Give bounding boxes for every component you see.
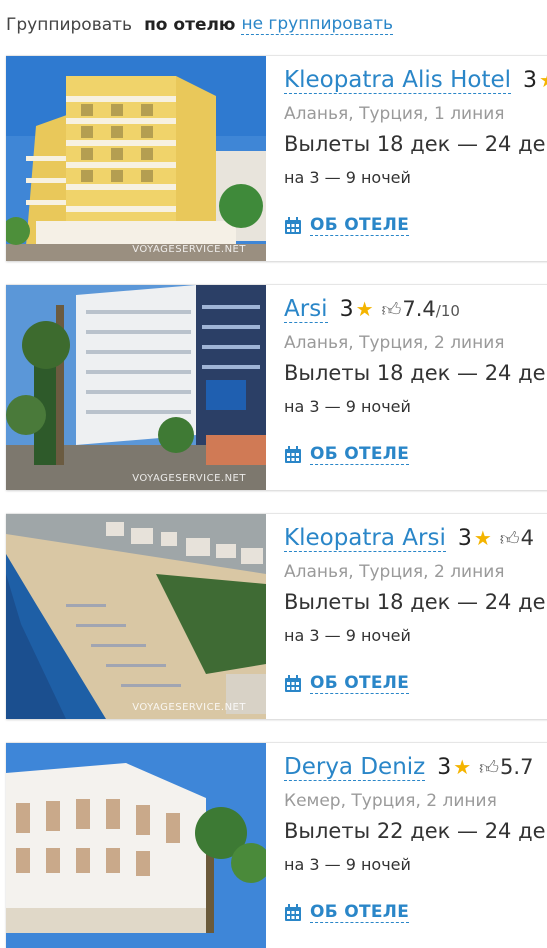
about-hotel-link[interactable]: ОБ ОТЕЛЕ xyxy=(284,674,547,694)
hotel-stars: 3★ xyxy=(523,68,547,93)
hotel-name-link[interactable]: Arsi xyxy=(284,296,328,324)
grouping-none-link[interactable]: не группировать xyxy=(241,15,394,35)
about-hotel-label: ОБ ОТЕЛЕ xyxy=(310,215,410,236)
grouping-by-hotel[interactable]: по отелю xyxy=(144,15,235,35)
hotel-title-row: Kleopatra Arsi 3 ★ 👍︎4 xyxy=(284,525,547,558)
hotel-dates: Вылеты 18 дек — 24 дек xyxy=(284,590,547,614)
hotel-info: Kleopatra Arsi 3 ★ 👍︎4 Аланья, Турция, 2 … xyxy=(266,514,547,719)
hotel-stars: 3★ xyxy=(437,755,472,780)
hotel-dates: Вылеты 22 дек — 24 дек xyxy=(284,819,547,843)
about-hotel-label: ОБ ОТЕЛЕ xyxy=(310,673,410,694)
hotel-name-link[interactable]: Kleopatra Arsi xyxy=(284,525,446,553)
hotel-info: Derya Deniz 3 ★ 👍︎5.7 Кемер, Турция, 2 ли… xyxy=(266,743,547,948)
hotel-nights: на 3 — 9 ночей xyxy=(284,168,411,187)
hotel-location: Кемер, Турция, 2 линия xyxy=(284,791,497,811)
hotel-info: Kleopatra Alis Hotel 3★ Аланья, Турция, … xyxy=(266,56,547,261)
grouping-bar: Группировать по отелю не группировать xyxy=(0,0,547,50)
hotel-title-row: Derya Deniz 3 ★ 👍︎5.7 xyxy=(284,754,547,787)
calendar-icon xyxy=(285,445,301,463)
hotel-card[interactable]: VOYAGESERVICE.NET Arsi 3 ★ 👍︎7.4/10 Алань… xyxy=(6,284,547,490)
hotel-photo[interactable]: VOYAGESERVICE.NET xyxy=(6,514,266,719)
hotel-info: Arsi 3 ★ 👍︎7.4/10 Аланья, Турция, 2 линия… xyxy=(266,285,547,490)
about-hotel-link[interactable]: ОБ ОТЕЛЕ xyxy=(284,216,547,236)
hotel-nights: на 3 — 9 ночей xyxy=(284,626,411,645)
hotel-location: Аланья, Турция, 1 линия xyxy=(284,104,505,124)
calendar-icon xyxy=(285,216,301,234)
thumbs-up-icon: 👍︎ xyxy=(381,299,402,321)
hotel-photo[interactable]: VOYAGESERVICE.NET xyxy=(6,285,266,490)
hotel-rating: 👍︎5.7 xyxy=(479,755,534,779)
hotel-card[interactable]: VOYAGESERVICE.NET Kleopatra Alis Hotel 3… xyxy=(6,55,547,261)
photo-watermark: VOYAGESERVICE.NET xyxy=(132,702,246,713)
hotel-dates: Вылеты 18 дек — 24 дек xyxy=(284,132,547,156)
hotel-name-link[interactable]: Derya Deniz xyxy=(284,754,426,782)
hotel-nights: на 3 — 9 ночей xyxy=(284,855,411,874)
hotel-stars: 3★ xyxy=(457,526,492,551)
photo-watermark: VOYAGESERVICE.NET xyxy=(132,244,246,255)
thumbs-up-icon: 👍︎ xyxy=(479,757,500,779)
thumbs-up-icon: 👍︎ xyxy=(499,528,520,550)
hotel-location: Аланья, Турция, 2 линия xyxy=(284,562,505,582)
hotel-photo[interactable] xyxy=(6,743,266,948)
star-icon: ★ xyxy=(453,755,472,779)
star-icon: ★ xyxy=(473,526,492,550)
star-icon: ★ xyxy=(539,68,547,92)
star-icon: ★ xyxy=(355,297,374,321)
hotel-title-row: Arsi 3 ★ 👍︎7.4/10 xyxy=(284,296,547,329)
about-hotel-link[interactable]: ОБ ОТЕЛЕ xyxy=(284,903,547,923)
hotel-nights: на 3 — 9 ночей xyxy=(284,397,411,416)
hotel-stars: 3★ xyxy=(339,297,374,322)
about-hotel-link[interactable]: ОБ ОТЕЛЕ xyxy=(284,445,547,465)
calendar-icon xyxy=(285,903,301,921)
hotel-card[interactable]: VOYAGESERVICE.NET Kleopatra Arsi 3 ★ 👍︎4 … xyxy=(6,513,547,719)
calendar-icon xyxy=(285,674,301,692)
hotel-rating: 👍︎4 xyxy=(499,526,535,550)
hotel-location: Аланья, Турция, 2 линия xyxy=(284,333,505,353)
grouping-label: Группировать xyxy=(6,15,133,35)
hotel-name-link[interactable]: Kleopatra Alis Hotel xyxy=(284,67,512,95)
hotel-rating: 👍︎7.4/10 xyxy=(381,297,460,321)
hotel-dates: Вылеты 18 дек — 24 дек xyxy=(284,361,547,385)
hotel-card[interactable]: Derya Deniz 3 ★ 👍︎5.7 Кемер, Турция, 2 ли… xyxy=(6,742,547,948)
hotel-title-row: Kleopatra Alis Hotel 3★ xyxy=(284,67,547,100)
about-hotel-label: ОБ ОТЕЛЕ xyxy=(310,444,410,465)
photo-watermark: VOYAGESERVICE.NET xyxy=(132,473,246,484)
about-hotel-label: ОБ ОТЕЛЕ xyxy=(310,902,410,923)
hotel-photo[interactable]: VOYAGESERVICE.NET xyxy=(6,56,266,261)
